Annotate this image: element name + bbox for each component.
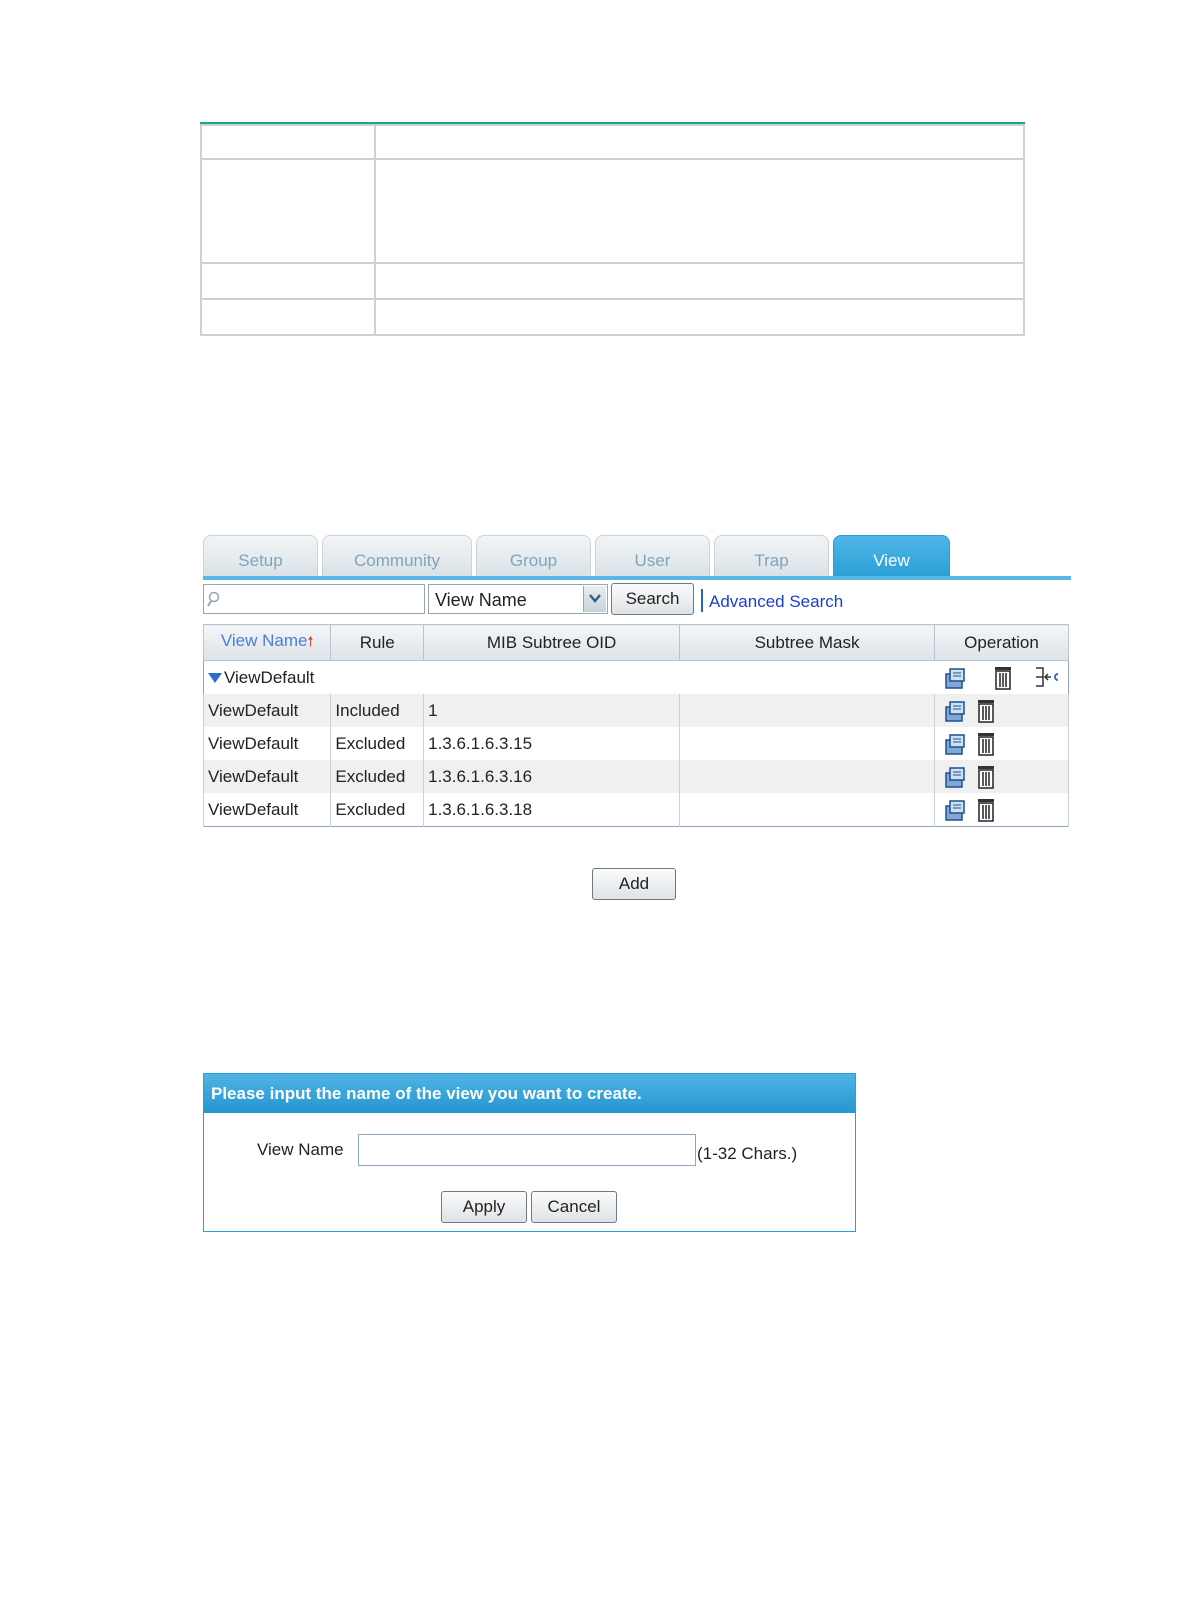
search-button[interactable]: Search [611,583,694,615]
group-label: ViewDefault [224,667,315,687]
trash-icon[interactable] [976,731,996,757]
edit-rule-icon[interactable] [943,666,967,690]
search-field-select[interactable]: View Name [428,584,608,614]
header-operation: Operation [934,624,1069,661]
table-row: ViewDefault Excluded 1.3.6.1.6.3.15 [202,727,1069,760]
search-field-selected: View Name [435,590,527,610]
view-name-label: View Name [257,1140,344,1159]
apply-button[interactable]: Apply [441,1191,527,1223]
group-row: ViewDefault [204,661,1069,695]
table-row: ViewDefault Excluded 1.3.6.1.6.3.16 [202,760,1069,793]
cell-rule: Included [330,694,425,727]
cell-rule: Excluded [330,793,425,827]
cell-view-name: ViewDefault [202,760,332,793]
cell-oid: 1.3.6.1.6.3.18 [423,793,681,827]
view-table: View Name🠕 Rule MIB Subtree OID Subtree … [202,624,1069,827]
cell-rule: Excluded [330,727,425,760]
view-name-input[interactable] [358,1134,696,1166]
sort-ascending-icon: 🠕 [307,632,314,649]
cell-oid: 1 [423,694,681,727]
cell-rule: Excluded [330,760,425,793]
header-rule[interactable]: Rule [330,624,425,661]
cell-oid: 1.3.6.1.6.3.16 [423,760,681,793]
cell-mask [679,793,935,827]
tab-trap[interactable]: Trap [714,535,829,578]
add-button[interactable]: Add [592,868,676,900]
tab-user[interactable]: User [595,535,710,578]
dialog-title: Please input the name of the view you wa… [204,1074,855,1113]
tab-group[interactable]: Group [476,535,591,578]
add-rule-icon[interactable] [1034,665,1060,691]
header-subtree-mask[interactable]: Subtree Mask [679,624,935,661]
cell-oid: 1.3.6.1.6.3.15 [423,727,681,760]
trash-icon[interactable] [976,764,996,790]
edit-rule-icon[interactable] [943,699,967,723]
edit-rule-icon[interactable] [943,798,967,822]
cell-view-name: ViewDefault [202,727,332,760]
cell-mask [679,760,935,793]
expand-triangle-icon[interactable] [208,673,222,684]
doc-table [200,124,1025,336]
edit-rule-icon[interactable] [943,765,967,789]
chars-hint: (1-32 Chars.) [697,1144,798,1163]
table-row: ViewDefault Excluded 1.3.6.1.6.3.18 [202,793,1069,827]
tab-baseline [203,576,1071,580]
search-input[interactable] [224,588,422,611]
table-row: ViewDefault Included 1 [202,694,1069,727]
header-view-name[interactable]: View Name🠕 [202,624,332,661]
tab-setup[interactable]: Setup [203,535,318,578]
trash-icon[interactable] [993,665,1013,691]
chevron-down-icon [589,594,601,603]
cell-mask [679,727,935,760]
cell-view-name: ViewDefault [202,694,332,727]
trash-icon[interactable] [976,698,996,724]
search-box[interactable] [203,584,425,614]
trash-icon[interactable] [976,797,996,823]
create-view-dialog: Please input the name of the view you wa… [203,1073,856,1232]
header-mib-subtree-oid[interactable]: MIB Subtree OID [423,624,681,661]
tab-community[interactable]: Community [322,535,472,578]
dropdown-arrow[interactable] [583,586,606,612]
separator [701,589,703,612]
cell-view-name: ViewDefault [202,793,332,827]
edit-rule-icon[interactable] [943,732,967,756]
cancel-button[interactable]: Cancel [531,1191,617,1223]
magnifier-icon [207,591,220,607]
tab-view[interactable]: View [833,535,950,578]
advanced-search-link[interactable]: Advanced Search [709,592,843,612]
cell-mask [679,694,935,727]
